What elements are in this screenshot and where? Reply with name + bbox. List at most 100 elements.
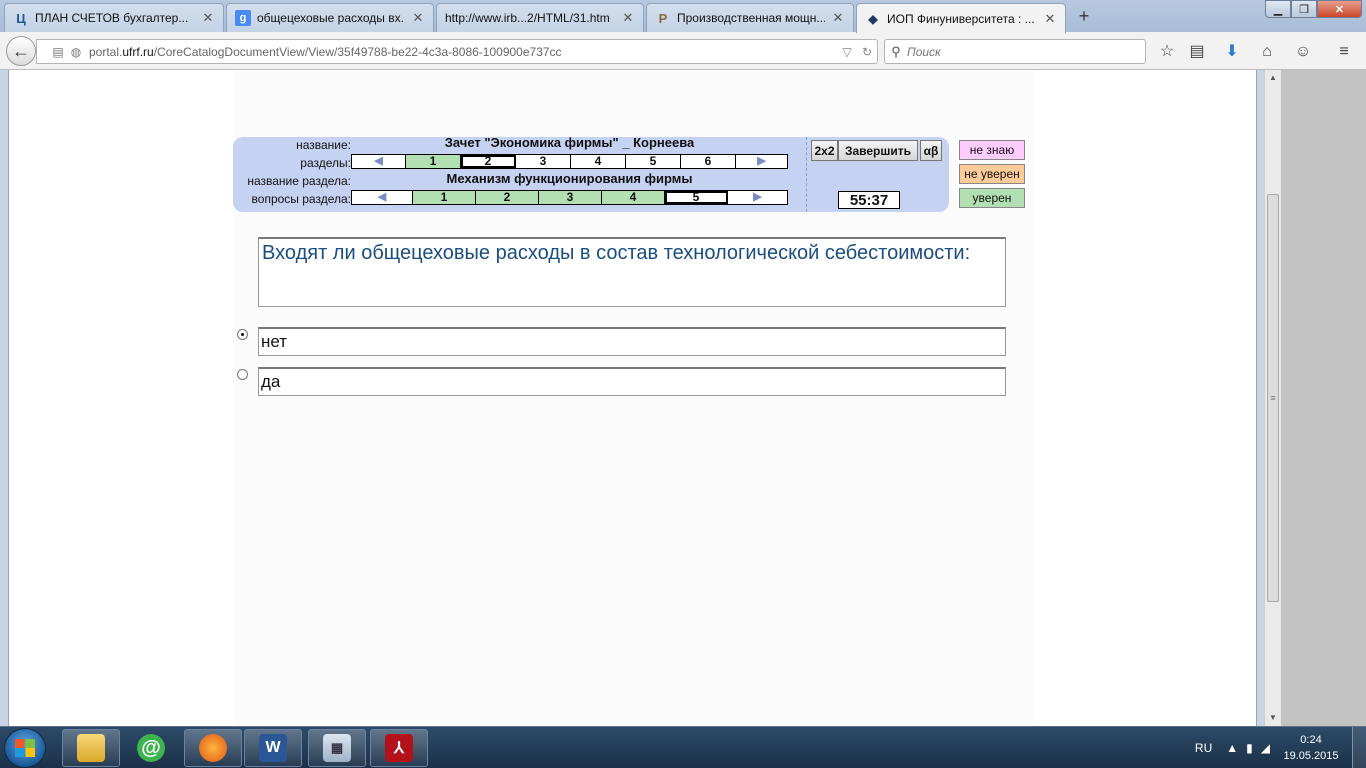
page-viewport: название: Зачет "Экономика фирмы" _ Корн…	[8, 70, 1257, 726]
question-cell[interactable]: 2	[476, 191, 539, 204]
system-tray: RU ▲ ▮ ◢ 0:24 19.05.2015	[1195, 727, 1366, 768]
window-controls: ▁ ❐ ✕	[1265, 0, 1362, 18]
taskbar-pdf-reader[interactable]: ⅄	[370, 729, 428, 767]
taskbar: @ W ▦ ⅄ RU ▲ ▮ ◢ 0:24 19.05.2015	[0, 726, 1366, 768]
search-box[interactable]: ⚲	[884, 39, 1146, 64]
tab-plan-schetov[interactable]: Ц ПЛАН СЧЕТОВ бухгалтер... ✕	[4, 3, 224, 32]
sections-prev-arrow[interactable]: ◀	[352, 155, 406, 168]
dropdown-icon[interactable]: ▽	[837, 45, 857, 59]
tab-title: Производственная мощн...	[677, 11, 825, 25]
close-tab-icon[interactable]: ✕	[411, 10, 425, 26]
answer-option-1[interactable]: нет	[258, 327, 1006, 356]
question-cell[interactable]: 1	[413, 191, 476, 204]
question-cell[interactable]: 4	[602, 191, 665, 204]
unsure-button[interactable]: не уверен	[959, 164, 1025, 184]
close-tab-icon[interactable]: ✕	[201, 10, 215, 26]
hint-2x2-button[interactable]: 2x2	[811, 140, 838, 161]
finish-button[interactable]: Завершить	[838, 140, 918, 161]
url-text[interactable]: portal.ufrf.ru/CoreCatalogDocumentView/V…	[89, 45, 837, 59]
answer-radio-1[interactable]	[237, 329, 248, 340]
questions-next-arrow[interactable]: ▶	[728, 191, 787, 204]
clock-time: 0:24	[1300, 734, 1322, 746]
word-icon: W	[259, 734, 287, 762]
search-input[interactable]	[907, 44, 1127, 59]
download-icon[interactable]: ⬇	[1221, 41, 1243, 63]
navigation-bar: ▤ ◍ portal.ufrf.ru/CoreCatalogDocumentVi…	[0, 32, 1366, 70]
questions-nav: ◀ 1 2 3 4 5 ▶	[351, 190, 788, 205]
clock[interactable]: 0:24 19.05.2015	[1278, 732, 1344, 764]
close-tab-icon[interactable]: ✕	[831, 10, 845, 26]
tab-obshchetsekhovye[interactable]: g общецеховые расходы вх... ✕	[226, 3, 434, 32]
questions-prev-arrow[interactable]: ◀	[352, 191, 413, 204]
test-title: Зачет "Экономика фирмы" _ Корнеева	[444, 135, 695, 150]
close-tab-icon[interactable]: ✕	[1043, 11, 1057, 27]
tab-title: http://www.irb...2/HTML/31.htm	[445, 11, 610, 25]
close-window-button[interactable]: ✕	[1317, 0, 1362, 18]
question-text: Входят ли общецеховые расходы в состав т…	[258, 237, 1006, 307]
taskbar-calculator[interactable]: ▦	[308, 729, 366, 767]
chat-icon[interactable]: ☺	[1292, 41, 1314, 63]
answer-option-2[interactable]: да	[258, 367, 1006, 396]
taskbar-word[interactable]: W	[244, 729, 302, 767]
history-icon[interactable]: ▤	[49, 45, 67, 59]
bookmark-star-icon[interactable]: ☆	[1156, 41, 1178, 63]
sure-button[interactable]: уверен	[959, 188, 1025, 208]
tab-title: общецеховые расходы вх...	[257, 11, 405, 25]
taskbar-firefox[interactable]	[184, 729, 242, 767]
clock-date: 19.05.2015	[1283, 750, 1339, 762]
folder-icon	[77, 734, 105, 762]
label-sections: разделы:	[300, 156, 351, 170]
question-cell[interactable]: 5	[665, 191, 728, 204]
language-indicator[interactable]: RU	[1195, 741, 1212, 755]
battery-icon[interactable]: ▮	[1246, 741, 1253, 755]
url-bar[interactable]: ▤ ◍ portal.ufrf.ru/CoreCatalogDocumentVi…	[36, 39, 878, 64]
scroll-up-arrow[interactable]: ▲	[1265, 70, 1281, 86]
home-icon[interactable]: ⌂	[1256, 41, 1278, 63]
tab-iop-finuniversiteta[interactable]: ◆ ИОП Финуниверситета : ... ✕	[856, 3, 1066, 33]
bookmarks-list-icon[interactable]: ▤	[1186, 41, 1208, 63]
section-cell[interactable]: 4	[571, 155, 626, 168]
graduation-cap-icon: ◆	[868, 11, 878, 26]
tab-favicon-icon: Ц	[16, 10, 26, 26]
start-button[interactable]	[4, 728, 46, 768]
show-desktop-button[interactable]	[1352, 727, 1366, 768]
new-tab-button[interactable]: +	[1073, 5, 1095, 27]
scroll-down-arrow[interactable]: ▼	[1265, 710, 1281, 726]
alpha-beta-button[interactable]: αβ	[920, 140, 942, 161]
signal-icon[interactable]: ◢	[1261, 741, 1270, 755]
panel-divider	[806, 137, 807, 212]
maximize-button[interactable]: ❐	[1291, 0, 1317, 18]
window-background	[1281, 70, 1366, 726]
tab-irb[interactable]: http://www.irb...2/HTML/31.htm ✕	[436, 3, 644, 32]
minimize-button[interactable]: ▁	[1265, 0, 1291, 18]
scroll-thumb[interactable]: ≡	[1267, 194, 1279, 602]
label-section-name: название раздела:	[247, 174, 351, 188]
section-cell[interactable]: 2	[461, 155, 516, 168]
back-button[interactable]: ←	[6, 36, 36, 66]
close-tab-icon[interactable]: ✕	[621, 10, 635, 26]
tab-title: ИОП Финуниверситета : ...	[887, 11, 1035, 26]
sections-next-arrow[interactable]: ▶	[736, 155, 787, 168]
section-cell[interactable]: 3	[516, 155, 571, 168]
tab-favicon-icon: P	[658, 10, 668, 26]
tab-title: ПЛАН СЧЕТОВ бухгалтер...	[35, 11, 189, 25]
vertical-scrollbar[interactable]: ▲ ≡ ▼	[1264, 70, 1281, 726]
section-title: Механизм функционирования фирмы	[446, 171, 693, 186]
tab-proizvodstvennaya[interactable]: P Производственная мощн... ✕	[646, 3, 854, 32]
question-cell[interactable]: 3	[539, 191, 602, 204]
section-cell[interactable]: 6	[681, 155, 736, 168]
globe-icon: ◍	[70, 44, 82, 59]
taskbar-mail-agent[interactable]: @	[122, 729, 180, 767]
answer-radio-2[interactable]	[237, 369, 248, 380]
section-cell[interactable]: 1	[406, 155, 461, 168]
tab-strip: Ц ПЛАН СЧЕТОВ бухгалтер... ✕ g общецехов…	[0, 0, 1366, 33]
dont-know-button[interactable]: не знаю	[959, 140, 1025, 160]
menu-icon[interactable]: ≡	[1333, 41, 1355, 63]
reload-icon[interactable]: ↻	[857, 45, 877, 59]
windows-logo-icon	[15, 739, 35, 757]
show-hidden-icons-icon[interactable]: ▲	[1226, 741, 1238, 755]
taskbar-explorer[interactable]	[62, 729, 120, 767]
label-name: название:	[296, 138, 351, 152]
test-panel: название: Зачет "Экономика фирмы" _ Корн…	[233, 135, 949, 212]
section-cell[interactable]: 5	[626, 155, 681, 168]
